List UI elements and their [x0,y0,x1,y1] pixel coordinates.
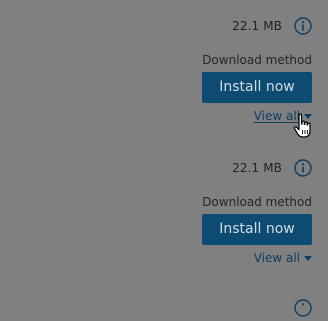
file-size-row: 22.1 MB [232,14,312,38]
download-method-label: Download method [202,53,312,67]
info-icon[interactable] [294,17,312,35]
hand-pointer-icon [293,113,313,139]
caret-down-icon [304,256,312,261]
download-panel: 22.1 MB Download method Install now View… [0,0,328,317]
file-size-row: 22.1 MB [232,156,312,180]
view-all-label: View all [253,251,300,265]
info-icon[interactable] [294,299,312,317]
file-size: 22.1 MB [232,19,282,33]
install-now-button[interactable]: Install now [202,214,312,245]
info-icon[interactable] [294,159,312,177]
download-method-label: Download method [202,195,312,209]
view-all-link[interactable]: View all [254,251,312,265]
file-size: 22.1 MB [232,161,282,175]
install-now-button[interactable]: Install now [202,72,312,103]
